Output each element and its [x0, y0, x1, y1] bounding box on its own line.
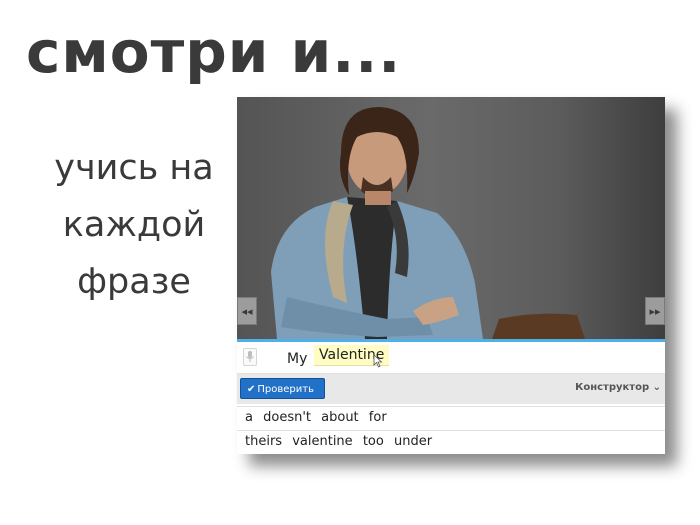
- slide-title: смотри и...: [26, 18, 402, 86]
- checkmark-icon: ✔: [247, 384, 256, 395]
- word-chip[interactable]: too: [363, 434, 384, 449]
- check-button[interactable]: ✔ Проверить: [240, 378, 325, 399]
- word-chip[interactable]: about: [321, 410, 359, 425]
- slide: смотри и... учись на каждой фразе ◂◂ ▸▸ …: [0, 0, 700, 525]
- word-chip[interactable]: theirs: [245, 434, 282, 449]
- video-frame[interactable]: ◂◂ ▸▸: [237, 97, 665, 339]
- mouse-cursor-icon: [373, 354, 383, 368]
- answer-field[interactable]: My Valentine: [237, 342, 665, 374]
- subtitle-line-3: фразе: [77, 262, 191, 302]
- word-chip[interactable]: valentine: [292, 434, 352, 449]
- chevron-down-icon: ⌄: [652, 382, 661, 393]
- constructor-dropdown[interactable]: Конструктор ⌄: [575, 382, 661, 393]
- word-bank-row-2: theirs valentine too under: [237, 430, 665, 454]
- microphone-icon[interactable]: [243, 348, 257, 366]
- next-button[interactable]: ▸▸: [645, 297, 665, 325]
- check-button-label: Проверить: [257, 384, 314, 395]
- word-chip[interactable]: for: [369, 410, 387, 425]
- slide-subtitle: учись на каждой фразе: [36, 140, 232, 311]
- constructor-label: Конструктор: [575, 382, 650, 393]
- subtitle-line-2: каждой: [62, 205, 206, 245]
- word-chip[interactable]: doesn't: [263, 410, 311, 425]
- word-bank-row-1: a doesn't about for: [237, 406, 665, 430]
- subtitle-line-1: учись на: [54, 148, 214, 188]
- video-still: [271, 107, 585, 339]
- prev-button[interactable]: ◂◂: [237, 297, 257, 325]
- learning-widget: ◂◂ ▸▸ My Valentine ✔ Проверить Конструкт…: [237, 97, 665, 454]
- toolbar: ✔ Проверить Конструктор ⌄: [237, 374, 665, 404]
- word-chip[interactable]: a: [245, 410, 253, 425]
- word-chip[interactable]: under: [394, 434, 432, 449]
- answer-word[interactable]: My: [287, 351, 307, 367]
